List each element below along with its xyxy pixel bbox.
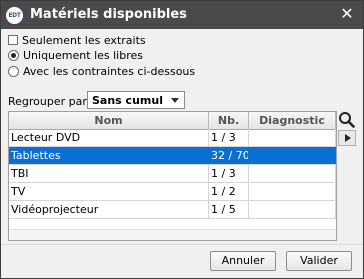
column-header-count[interactable]: Nb. [209, 112, 249, 129]
dialog-window: EDT Matériels disponibles ✕ Seulement le… [0, 0, 364, 279]
cell-count: 1 / 3 [209, 165, 249, 182]
horizontal-scrollbar[interactable] [9, 229, 336, 240]
table-header: Nom Nb. Diagnostic [9, 112, 336, 130]
table-row[interactable]: Lecteur DVD 1 / 3 [9, 129, 336, 147]
play-arrow-icon[interactable] [338, 130, 356, 146]
group-by-value: Sans cumul [92, 94, 163, 107]
table-row[interactable]: Tablettes 32 / 70 [9, 147, 336, 165]
cell-count: 32 / 70 [211, 147, 249, 164]
equipment-table: Nom Nb. Diagnostic Lecteur DVD 1 / 3 Table… [8, 111, 337, 241]
only-free-label: Uniquement les libres [23, 48, 143, 62]
with-constraints-label: Avec les contraintes ci-dessous [23, 64, 196, 78]
cell-name: TBI [9, 165, 209, 182]
close-icon[interactable]: ✕ [339, 6, 355, 22]
cell-name: Vidéoprojecteur [9, 201, 209, 218]
cell-count: 1 / 2 [209, 183, 249, 200]
group-by-label: Regrouper par : [8, 95, 95, 108]
table-row[interactable]: Vidéoprojecteur 1 / 5 [9, 201, 336, 219]
search-icon[interactable] [338, 111, 356, 128]
cell-count: 1 / 5 [209, 201, 249, 218]
table-row[interactable]: TV 1 / 2 [9, 183, 336, 201]
cell-name: TV [9, 183, 209, 200]
column-header-name[interactable]: Nom [9, 112, 209, 129]
only-free-radio[interactable] [8, 49, 19, 61]
cell-diagnostic [249, 165, 336, 182]
only-free-option[interactable]: Uniquement les libres [8, 48, 143, 62]
only-extracts-option[interactable]: Seulement les extraits [8, 33, 146, 47]
dialog-title: Matériels disponibles [30, 7, 187, 22]
cell-diagnostic [249, 129, 336, 146]
cell-name: Lecteur DVD [9, 129, 209, 146]
validate-button[interactable]: Valider [286, 251, 352, 271]
footer-divider [1, 244, 363, 245]
chevron-down-icon[interactable] [171, 98, 179, 103]
column-header-diagnostic[interactable]: Diagnostic [249, 112, 336, 129]
with-constraints-option[interactable]: Avec les contraintes ci-dessous [8, 64, 195, 78]
title-bar[interactable]: EDT Matériels disponibles ✕ [1, 1, 363, 29]
cell-diagnostic [249, 147, 336, 164]
group-by-select[interactable]: Sans cumul [87, 91, 185, 109]
cell-diagnostic [249, 201, 336, 218]
cancel-button[interactable]: Annuler [210, 251, 276, 271]
only-extracts-checkbox[interactable] [8, 35, 18, 45]
cell-diagnostic [249, 183, 336, 200]
app-logo-icon: EDT [6, 7, 23, 24]
cell-count: 1 / 3 [209, 129, 249, 146]
only-extracts-label: Seulement les extraits [22, 33, 146, 47]
table-row[interactable]: TBI 1 / 3 [9, 165, 336, 183]
cell-name: Tablettes [9, 147, 209, 164]
with-constraints-radio[interactable] [8, 65, 19, 77]
